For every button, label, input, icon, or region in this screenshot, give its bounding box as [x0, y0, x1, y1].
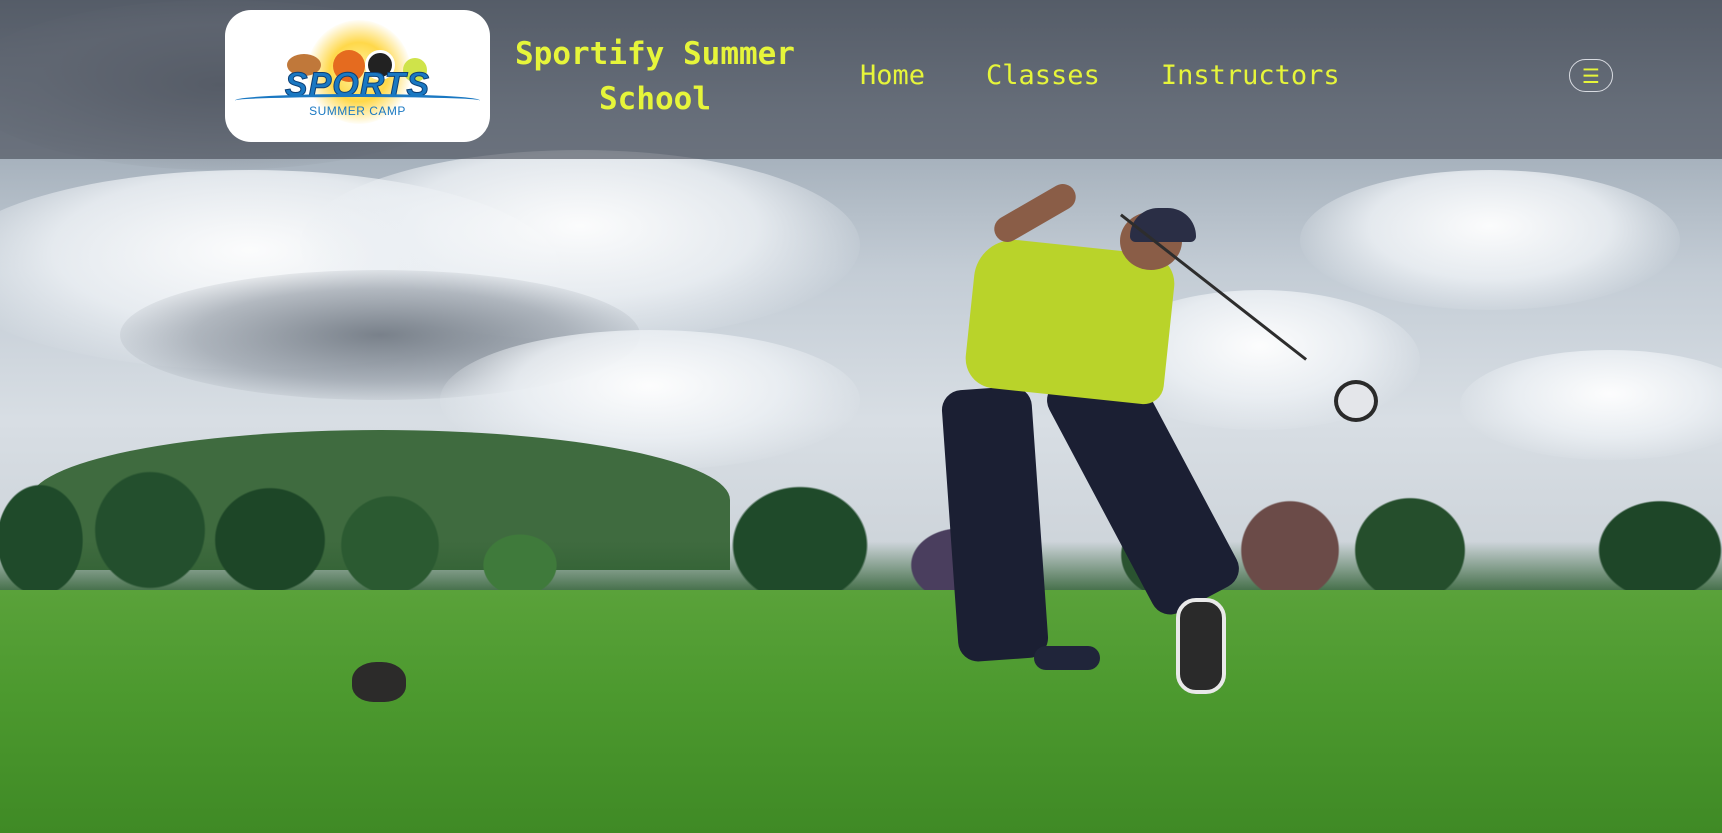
nav-link-home[interactable]: Home [860, 58, 925, 94]
hamburger-menu-icon: ☰ [1582, 64, 1600, 88]
navbar: SPORTS SUMMER CAMP Sportify Summer Schoo… [0, 0, 1722, 159]
site-title: Sportify Summer School [515, 36, 795, 117]
nav-link-classes[interactable]: Classes [986, 58, 1100, 94]
logo[interactable]: SPORTS SUMMER CAMP [225, 10, 490, 142]
golfer-arm [989, 179, 1081, 247]
page: SPORTS SUMMER CAMP Sportify Summer Schoo… [0, 0, 1722, 833]
golfer-shoe [1176, 598, 1226, 694]
logo-subtitle: SUMMER CAMP [309, 104, 406, 118]
golfer-leg [940, 385, 1050, 663]
menu-toggle-button[interactable]: ☰ [1569, 59, 1613, 92]
golfer-cap [1130, 208, 1196, 242]
golfer-shoe [1034, 646, 1100, 670]
nav-link-instructors[interactable]: Instructors [1161, 58, 1340, 94]
main-nav: Home Classes Instructors [860, 58, 1401, 94]
golf-club-head [1334, 380, 1378, 422]
